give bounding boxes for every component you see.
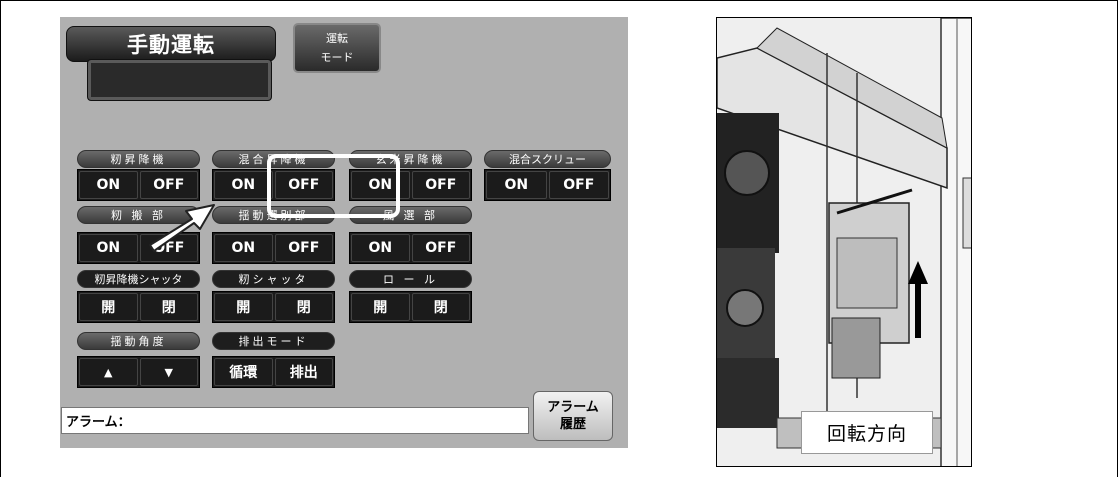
operation-mode-label-1: 運転	[326, 32, 348, 45]
alarm-history-button[interactable]: アラーム 履歴	[533, 391, 613, 441]
group-label-oscillation-angle: 揺動角度	[77, 332, 200, 350]
pointer-arrow-icon	[149, 204, 215, 252]
group-label-roll: ロ ー ル	[349, 270, 472, 288]
paddy-elevator-shutter-switch: 開 閉	[77, 291, 200, 323]
highlight-frame	[267, 154, 400, 218]
oscillating-separator-switch: ON OFF	[212, 232, 335, 264]
roll-open-button[interactable]: 開	[351, 293, 410, 321]
discharge-mode-switch: 循環 排出	[212, 356, 335, 388]
operation-mode-button[interactable]: 運転 モード	[293, 23, 381, 73]
mixing-screw-switch: ON OFF	[484, 169, 611, 201]
brown-rice-elevator-off-button[interactable]: OFF	[411, 171, 470, 199]
angle-up-button[interactable]: ▲	[79, 358, 138, 386]
paddy-elevator-shutter-close-button[interactable]: 閉	[139, 293, 198, 321]
status-display	[87, 59, 272, 101]
paddy-elevator-shutter-open-button[interactable]: 開	[79, 293, 138, 321]
alarm-field: アラーム：	[61, 407, 529, 434]
operation-mode-label-2: モード	[320, 51, 354, 64]
alarm-history-label-1: アラーム	[547, 400, 599, 415]
paddy-elevator-on-button[interactable]: ON	[79, 171, 138, 199]
circulation-button[interactable]: 循環	[214, 358, 273, 386]
paddy-shutter-close-button[interactable]: 閉	[274, 293, 333, 321]
page-title: 手動運転	[66, 26, 276, 62]
paddy-shutter-switch: 開 閉	[212, 291, 335, 323]
group-label-discharge-mode: 排出モード	[212, 332, 335, 350]
machine-illustration	[717, 18, 971, 466]
group-label-mixing-screw: 混合スクリュー	[484, 150, 611, 168]
wind-separator-off-button[interactable]: OFF	[411, 234, 470, 262]
angle-down-button[interactable]: ▼	[139, 358, 198, 386]
paddy-shutter-open-button[interactable]: 開	[214, 293, 273, 321]
manual-operation-panel: 手動運転 運転 モード 籾昇降機 ON OFF 混合昇降機 ON OFF 玄米昇…	[60, 17, 628, 448]
mixing-elevator-on-button[interactable]: ON	[214, 171, 273, 199]
alarm-history-label-2: 履歴	[559, 417, 586, 432]
oscillating-separator-on-button[interactable]: ON	[214, 234, 273, 262]
machine-photo: 回転方向	[716, 17, 972, 467]
paddy-transport-on-button[interactable]: ON	[79, 234, 138, 262]
group-label-paddy-elevator-shutter: 籾昇降機シャッタ	[77, 270, 200, 288]
mixing-screw-off-button[interactable]: OFF	[548, 171, 609, 199]
rotation-direction-label: 回転方向	[801, 411, 933, 454]
wind-separator-switch: ON OFF	[349, 232, 472, 264]
wind-separator-on-button[interactable]: ON	[351, 234, 410, 262]
group-label-paddy-elevator: 籾昇降機	[77, 150, 200, 168]
oscillation-angle-switch: ▲ ▼	[77, 356, 200, 388]
mixing-screw-on-button[interactable]: ON	[486, 171, 547, 199]
roll-switch: 開 閉	[349, 291, 472, 323]
oscillating-separator-off-button[interactable]: OFF	[274, 234, 333, 262]
roll-close-button[interactable]: 閉	[411, 293, 470, 321]
group-label-paddy-shutter: 籾シャッタ	[212, 270, 335, 288]
discharge-button[interactable]: 排出	[274, 358, 333, 386]
